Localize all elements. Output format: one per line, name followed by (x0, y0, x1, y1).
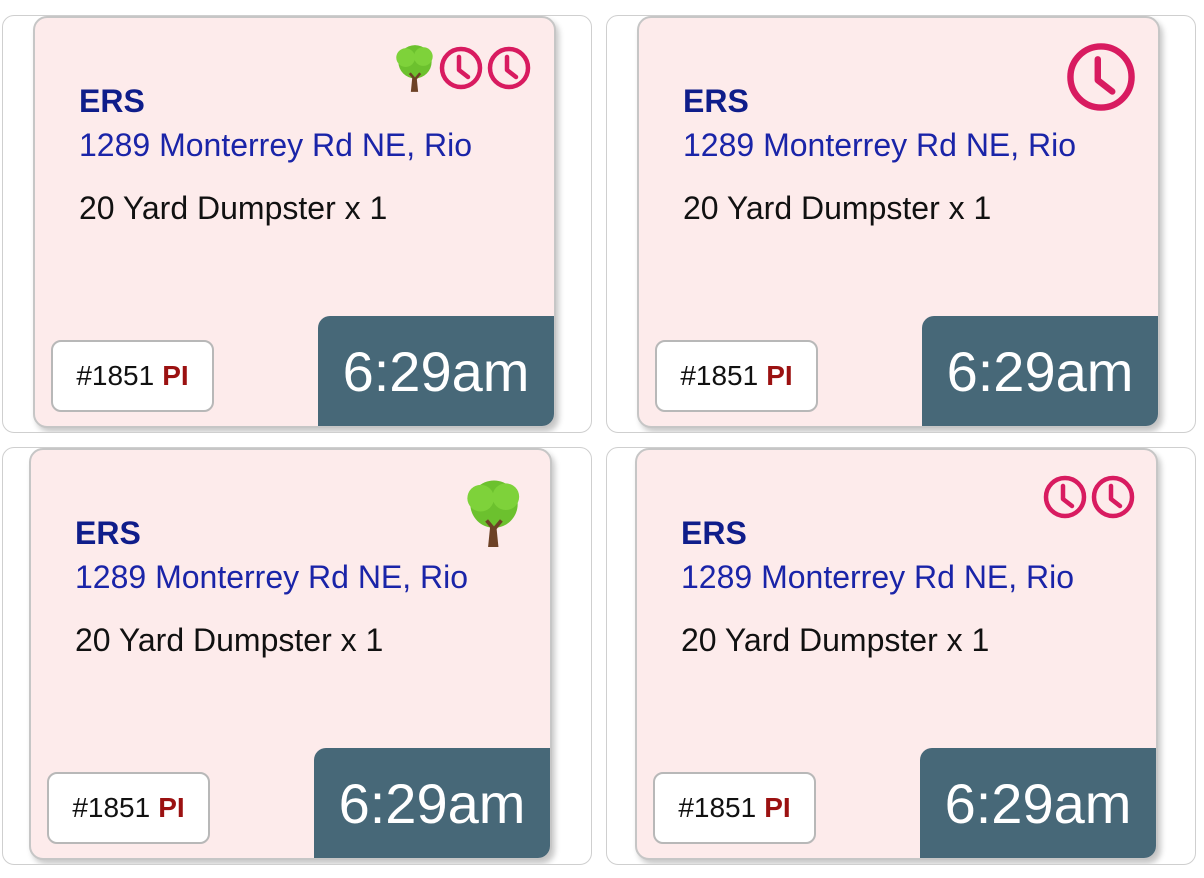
company-name: ERS (683, 83, 749, 119)
card-icons (1064, 40, 1138, 114)
order-badge[interactable]: #1851 PI (653, 772, 816, 844)
order-number: #1851 (678, 792, 757, 823)
card-panel: ERS 1289 Monterrey Rd NE, Rio 20 Yard Du… (2, 15, 592, 433)
card-panel: ERS 1289 Monterrey Rd NE, Rio 20 Yard Du… (2, 447, 592, 865)
order-number: #1851 (76, 360, 155, 391)
job-address: 1289 Monterrey Rd NE, Rio (681, 559, 1075, 595)
clock-icon (1091, 475, 1135, 519)
job-address: 1289 Monterrey Rd NE, Rio (683, 127, 1077, 163)
card-panel: ERS 1289 Monterrey Rd NE, Rio 20 Yard Du… (606, 447, 1196, 865)
job-card[interactable]: ERS 1289 Monterrey Rd NE, Rio 20 Yard Du… (29, 448, 552, 860)
job-item: 20 Yard Dumpster x 1 (79, 190, 388, 226)
job-address: 1289 Monterrey Rd NE, Rio (75, 559, 469, 595)
clock-icon (487, 46, 531, 90)
order-badge[interactable]: #1851 PI (51, 340, 214, 412)
job-item: 20 Yard Dumpster x 1 (75, 622, 384, 658)
clock-icon (1043, 475, 1087, 519)
job-card[interactable]: ERS 1289 Monterrey Rd NE, Rio 20 Yard Du… (637, 16, 1160, 428)
card-icons (394, 42, 532, 94)
tree-icon (467, 480, 520, 548)
time-block: 6:29am (922, 316, 1158, 426)
clock-icon (1067, 43, 1135, 111)
card-icons (462, 476, 526, 550)
card-panel: ERS 1289 Monterrey Rd NE, Rio 20 Yard Du… (606, 15, 1196, 433)
order-badge[interactable]: #1851 PI (655, 340, 818, 412)
order-flag: PI (766, 360, 793, 391)
company-name: ERS (681, 515, 747, 551)
job-card[interactable]: ERS 1289 Monterrey Rd NE, Rio 20 Yard Du… (33, 16, 556, 428)
time-block: 6:29am (314, 748, 550, 858)
company-name: ERS (79, 83, 145, 119)
company-name: ERS (75, 515, 141, 551)
order-badge[interactable]: #1851 PI (47, 772, 210, 844)
card-icons (1042, 474, 1136, 520)
job-card[interactable]: ERS 1289 Monterrey Rd NE, Rio 20 Yard Du… (635, 448, 1158, 860)
order-flag: PI (162, 360, 189, 391)
tree-icon (396, 45, 433, 92)
time-block: 6:29am (318, 316, 554, 426)
order-number: #1851 (72, 792, 151, 823)
clock-icon (439, 46, 483, 90)
job-item: 20 Yard Dumpster x 1 (683, 190, 992, 226)
order-flag: PI (764, 792, 791, 823)
job-address: 1289 Monterrey Rd NE, Rio (79, 127, 473, 163)
time-block: 6:29am (920, 748, 1156, 858)
order-flag: PI (158, 792, 185, 823)
order-number: #1851 (680, 360, 759, 391)
job-item: 20 Yard Dumpster x 1 (681, 622, 990, 658)
